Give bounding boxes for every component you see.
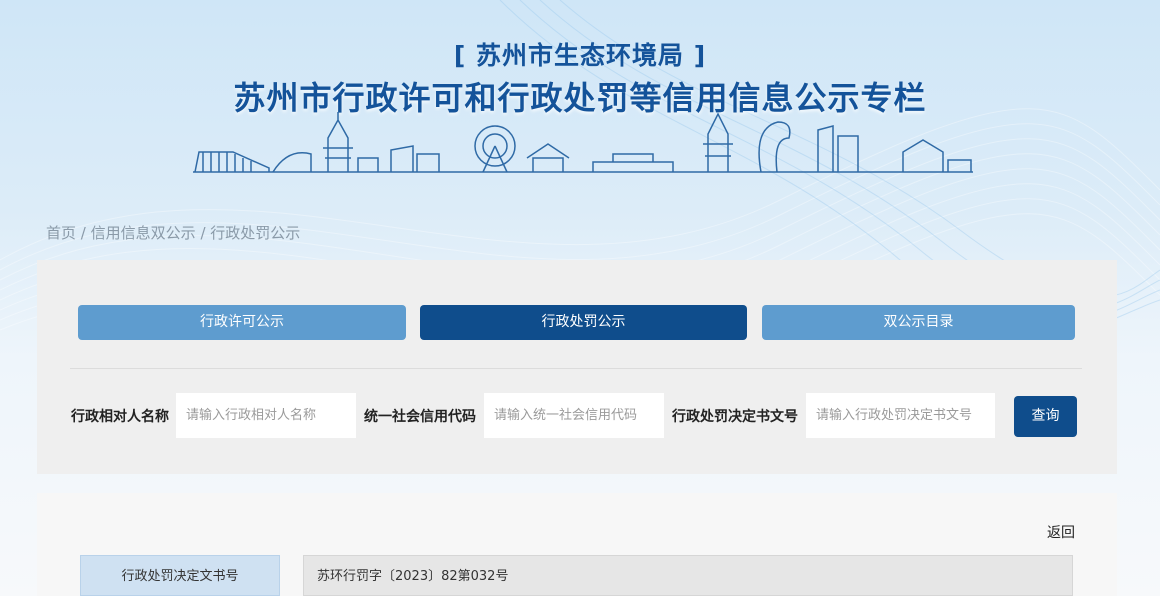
breadcrumb-home[interactable]: 首页 xyxy=(46,224,76,242)
query-button[interactable]: 查询 xyxy=(1014,396,1077,437)
detail-panel: 返回 行政处罚决定文书号 苏环行罚字〔2023〕82第032号 xyxy=(37,493,1117,596)
breadcrumb-penalty-disclosure[interactable]: 行政处罚公示 xyxy=(210,224,300,242)
field-value-decision-doc-number: 苏环行罚字〔2023〕82第032号 xyxy=(303,555,1073,596)
tab-penalty-disclosure[interactable]: 行政处罚公示 xyxy=(420,305,747,340)
decision-doc-label: 行政处罚决定书文号 xyxy=(672,409,798,425)
tab-disclosure-catalog[interactable]: 双公示目录 xyxy=(762,305,1075,340)
tab-permit-disclosure[interactable]: 行政许可公示 xyxy=(78,305,406,340)
decision-doc-input[interactable] xyxy=(806,393,995,438)
breadcrumb-separator: / xyxy=(80,224,86,242)
back-link[interactable]: 返回 xyxy=(1047,522,1075,542)
search-panel: 行政许可公示 行政处罚公示 双公示目录 行政相对人名称 统一社会信用代码 行政处… xyxy=(37,260,1117,474)
city-skyline-illustration xyxy=(193,112,973,173)
field-label-decision-doc-number: 行政处罚决定文书号 xyxy=(80,555,280,596)
party-name-label: 行政相对人名称 xyxy=(71,409,169,425)
divider xyxy=(70,368,1082,369)
breadcrumb: 首页 / 信用信息双公示 / 行政处罚公示 xyxy=(46,222,300,243)
breadcrumb-separator: / xyxy=(200,224,206,242)
breadcrumb-credit-disclosure[interactable]: 信用信息双公示 xyxy=(91,224,196,242)
party-name-input[interactable] xyxy=(176,393,356,438)
credit-code-label: 统一社会信用代码 xyxy=(364,409,476,425)
credit-code-input[interactable] xyxy=(484,393,664,438)
header-subtitle: [ 苏州市生态环境局 ] xyxy=(453,41,707,70)
